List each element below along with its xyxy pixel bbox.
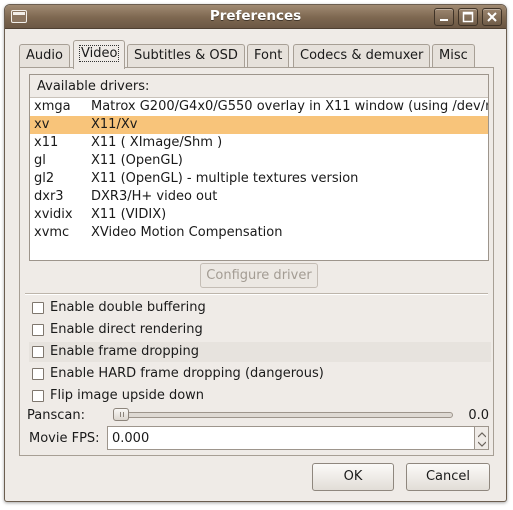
panscan-label: Panscan: <box>27 408 85 423</box>
checkbox-label: Enable HARD frame dropping (dangerous) <box>50 366 324 381</box>
drivers-list[interactable]: Available drivers: xmga Matrox G200/G4x0… <box>29 74 489 261</box>
tab-label: Subtitles & OSD <box>134 48 238 63</box>
driver-description: X11 (OpenGL) <box>91 153 183 168</box>
video-tab-panel: Available drivers: xmga Matrox G200/G4x0… <box>19 67 494 456</box>
tab-misc[interactable]: Misc <box>432 44 475 68</box>
driver-row-x11[interactable]: x11 X11 ( XImage/Shm ) <box>30 134 488 152</box>
driver-description: X11/Xv <box>91 117 138 132</box>
title-bar[interactable]: Preferences <box>5 5 506 29</box>
driver-description: X11 (VIDIX) <box>91 207 167 222</box>
driver-name: xvidix <box>34 207 73 222</box>
driver-row-xvidix[interactable]: xvidix X11 (VIDIX) <box>30 206 488 224</box>
panscan-slider-handle[interactable] <box>113 408 129 421</box>
minimize-button[interactable] <box>434 8 454 26</box>
tab-bar: Audio Video Subtitles & OSD Font Codecs … <box>19 40 494 69</box>
driver-row-xmga[interactable]: xmga Matrox G200/G4x0/G550 overlay in X1… <box>30 98 488 116</box>
movie-fps-input[interactable] <box>107 426 475 450</box>
movie-fps-label: Movie FPS: <box>29 431 100 446</box>
tab-label: Codecs & demuxer <box>300 48 424 63</box>
checkbox-label: Flip image upside down <box>50 388 205 403</box>
spin-down-icon[interactable] <box>478 441 486 447</box>
close-button[interactable] <box>482 8 502 26</box>
close-icon <box>487 12 497 22</box>
panscan-value: 0.0 <box>468 408 489 423</box>
ok-button[interactable]: OK <box>312 463 394 491</box>
driver-row-xvmc[interactable]: xvmc XVideo Motion Compensation <box>30 224 488 242</box>
tab-label: Font <box>254 48 283 63</box>
checkbox-label: Enable direct rendering <box>50 322 203 337</box>
maximize-button[interactable] <box>458 8 478 26</box>
tab-label: Audio <box>26 48 63 63</box>
driver-row-xv[interactable]: xv X11/Xv <box>30 116 488 134</box>
maximize-icon <box>462 11 474 23</box>
tab-label: Video <box>78 45 120 62</box>
movie-fps-spinner[interactable] <box>475 426 489 450</box>
checkbox-label: Enable double buffering <box>50 300 206 315</box>
driver-description: X11 ( XImage/Shm ) <box>91 135 223 150</box>
drivers-list-header[interactable]: Available drivers: <box>30 75 488 98</box>
driver-name: gl2 <box>34 171 55 186</box>
checkbox-box[interactable] <box>32 368 44 380</box>
driver-name: x11 <box>34 135 59 150</box>
driver-name: xvmc <box>34 225 70 240</box>
cancel-button[interactable]: Cancel <box>406 463 490 491</box>
driver-description: Matrox G200/G4x0/G550 overlay in X11 win… <box>91 99 489 114</box>
checkbox-label: Enable frame dropping <box>50 344 199 359</box>
driver-name: xmga <box>34 99 71 114</box>
checkbox-box[interactable] <box>32 390 44 402</box>
tab-font[interactable]: Font <box>247 44 290 68</box>
frame-dropping-checkbox[interactable]: Enable frame dropping <box>29 342 491 362</box>
driver-row-dxr3[interactable]: dxr3 DXR3/H+ video out <box>30 188 488 206</box>
panscan-slider[interactable] <box>113 412 453 418</box>
minimize-icon <box>440 19 448 21</box>
driver-row-gl[interactable]: gl X11 (OpenGL) <box>30 152 488 170</box>
tab-label: Misc <box>439 48 468 63</box>
driver-name: gl <box>34 153 46 168</box>
checkbox-box[interactable] <box>32 302 44 314</box>
preferences-window: Preferences Audio Video Subtitles & OSD … <box>4 4 507 502</box>
driver-description: X11 (OpenGL) - multiple textures version <box>91 171 359 186</box>
separator <box>25 293 488 295</box>
configure-driver-button[interactable]: Configure driver <box>200 263 318 288</box>
checkbox-box[interactable] <box>32 346 44 358</box>
tab-video[interactable]: Video <box>73 40 126 69</box>
spin-up-icon[interactable] <box>478 432 486 438</box>
driver-description: XVideo Motion Compensation <box>91 225 283 240</box>
tab-codecs-demuxer[interactable]: Codecs & demuxer <box>293 44 431 68</box>
tab-subtitles-osd[interactable]: Subtitles & OSD <box>127 44 245 68</box>
driver-row-gl2[interactable]: gl2 X11 (OpenGL) - multiple textures ver… <box>30 170 488 188</box>
driver-name: dxr3 <box>34 189 64 204</box>
driver-name: xv <box>34 117 50 132</box>
tab-audio[interactable]: Audio <box>19 44 70 68</box>
checkbox-box[interactable] <box>32 324 44 336</box>
window-title: Preferences <box>209 8 302 24</box>
driver-description: DXR3/H+ video out <box>91 189 218 204</box>
